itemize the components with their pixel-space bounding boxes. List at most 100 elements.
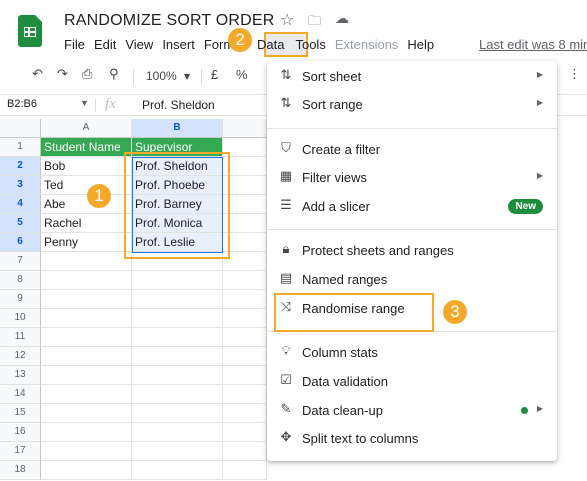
cell-a[interactable]: [41, 309, 132, 328]
percent-format-button[interactable]: %: [236, 67, 248, 82]
row-header[interactable]: 14: [0, 385, 41, 404]
cell-a[interactable]: [41, 328, 132, 347]
menu-item-sort-sheet[interactable]: ⇅ Sort sheet ▶: [267, 64, 557, 90]
star-icon[interactable]: ☆: [280, 10, 294, 29]
cell-b[interactable]: [132, 404, 223, 423]
row-header[interactable]: 9: [0, 290, 41, 309]
menu-item-data-cleanup[interactable]: ✎ Data clean-up ▶: [267, 398, 557, 424]
row-header[interactable]: 10: [0, 309, 41, 328]
cell-b[interactable]: [132, 442, 223, 461]
paint-format-icon[interactable]: ⚲: [109, 67, 119, 82]
menu-data[interactable]: Data: [254, 37, 287, 55]
callout-badge-1: 1: [87, 184, 111, 208]
row-header[interactable]: 17: [0, 442, 41, 461]
cloud-status-icon[interactable]: ☁: [335, 11, 349, 27]
select-all-corner[interactable]: [0, 119, 41, 138]
cell-b[interactable]: [132, 290, 223, 309]
currency-format-button[interactable]: £: [211, 67, 218, 82]
menu-item-split-text[interactable]: ✥ Split text to columns: [267, 426, 557, 452]
menu-item-label: Data clean-up: [302, 403, 383, 418]
redo-icon[interactable]: ↷: [57, 67, 68, 82]
row-header[interactable]: 6: [0, 233, 41, 252]
cell-a[interactable]: [41, 290, 132, 309]
cell-c[interactable]: [223, 366, 267, 385]
cell-student-name[interactable]: Penny: [41, 233, 132, 252]
menu-item-column-stats[interactable]: 💡︎ Column stats: [267, 340, 557, 366]
row-header[interactable]: 18: [0, 461, 41, 480]
cell-b[interactable]: [132, 385, 223, 404]
menu-item-create-filter[interactable]: ⛉ Create a filter: [267, 137, 557, 163]
cell-a[interactable]: [41, 271, 132, 290]
cell-student-name[interactable]: Bob: [41, 157, 132, 176]
cell-b[interactable]: [132, 423, 223, 442]
cell-b[interactable]: [132, 271, 223, 290]
cell-b[interactable]: [132, 347, 223, 366]
undo-icon[interactable]: ↶: [32, 67, 43, 82]
menu-item-data-validation[interactable]: ☑ Data validation: [267, 369, 557, 395]
cell-a[interactable]: [41, 404, 132, 423]
formula-input[interactable]: Prof. Sheldon: [142, 98, 215, 112]
cell-c[interactable]: [223, 309, 267, 328]
header-cell-student-name[interactable]: Student Name: [41, 138, 132, 157]
row-header[interactable]: 3: [0, 176, 41, 195]
row-header[interactable]: 8: [0, 271, 41, 290]
filter-icon: ⛉: [281, 141, 291, 156]
column-header-c[interactable]: [223, 119, 267, 138]
cell-c[interactable]: [223, 290, 267, 309]
cell-b[interactable]: [132, 309, 223, 328]
column-header-b[interactable]: B: [132, 119, 223, 138]
cell-a[interactable]: [41, 347, 132, 366]
menu-item-named-ranges[interactable]: ▤ Named ranges: [267, 267, 557, 293]
zoom-dropdown-icon[interactable]: ▼: [184, 72, 190, 81]
cell-a[interactable]: [41, 385, 132, 404]
sheets-logo[interactable]: [18, 15, 42, 47]
name-box-dropdown-icon[interactable]: ▼: [80, 98, 89, 108]
document-title[interactable]: RANDOMIZE SORT ORDER: [64, 12, 275, 30]
cell-b[interactable]: [132, 328, 223, 347]
row-header[interactable]: 5: [0, 214, 41, 233]
menu-extensions[interactable]: Extensions: [335, 37, 399, 55]
cell-c[interactable]: [223, 404, 267, 423]
menu-edit[interactable]: Edit: [94, 37, 116, 55]
cell-student-name[interactable]: Rachel: [41, 214, 132, 233]
menu-item-protect-sheets[interactable]: 🔒︎ Protect sheets and ranges: [267, 238, 557, 264]
cell-c[interactable]: [223, 347, 267, 366]
row-header[interactable]: 7: [0, 252, 41, 271]
cell-a[interactable]: [41, 252, 132, 271]
row-header[interactable]: 13: [0, 366, 41, 385]
menu-view[interactable]: View: [125, 37, 153, 55]
menu-item-add-slicer[interactable]: ☰ Add a slicer New: [267, 194, 557, 220]
cell-c[interactable]: [223, 461, 267, 480]
cell-c[interactable]: [223, 442, 267, 461]
last-edit-link[interactable]: Last edit was 8 min: [479, 37, 587, 52]
menu-item-sort-range[interactable]: ⇅ Sort range ▶: [267, 92, 557, 118]
cell-b[interactable]: [132, 366, 223, 385]
row-header[interactable]: 16: [0, 423, 41, 442]
name-box[interactable]: B2:B6: [7, 98, 37, 110]
row-header[interactable]: 11: [0, 328, 41, 347]
row-header[interactable]: 1: [0, 138, 41, 157]
cell-a[interactable]: [41, 423, 132, 442]
cell-b[interactable]: [132, 461, 223, 480]
row-header[interactable]: 12: [0, 347, 41, 366]
move-folder-icon[interactable]: 🗀: [308, 12, 321, 34]
menu-file[interactable]: File: [64, 37, 85, 55]
column-header-a[interactable]: A: [41, 119, 132, 138]
menu-item-filter-views[interactable]: ▦ Filter views ▶: [267, 165, 557, 191]
row-header[interactable]: 2: [0, 157, 41, 176]
zoom-select[interactable]: 100%: [146, 69, 177, 83]
cell-c[interactable]: [223, 271, 267, 290]
print-icon[interactable]: ⎙: [82, 67, 92, 82]
menu-insert[interactable]: Insert: [162, 37, 195, 55]
cell-a[interactable]: [41, 461, 132, 480]
row-header[interactable]: 15: [0, 404, 41, 423]
cell-c[interactable]: [223, 328, 267, 347]
cell-c[interactable]: [223, 423, 267, 442]
menu-help[interactable]: Help: [407, 37, 434, 55]
cell-a[interactable]: [41, 442, 132, 461]
more-options-icon[interactable]: ⋮: [568, 67, 581, 82]
cell-a[interactable]: [41, 366, 132, 385]
cell-c[interactable]: [223, 385, 267, 404]
row-header[interactable]: 4: [0, 195, 41, 214]
menu-tools[interactable]: Tools: [295, 37, 325, 55]
